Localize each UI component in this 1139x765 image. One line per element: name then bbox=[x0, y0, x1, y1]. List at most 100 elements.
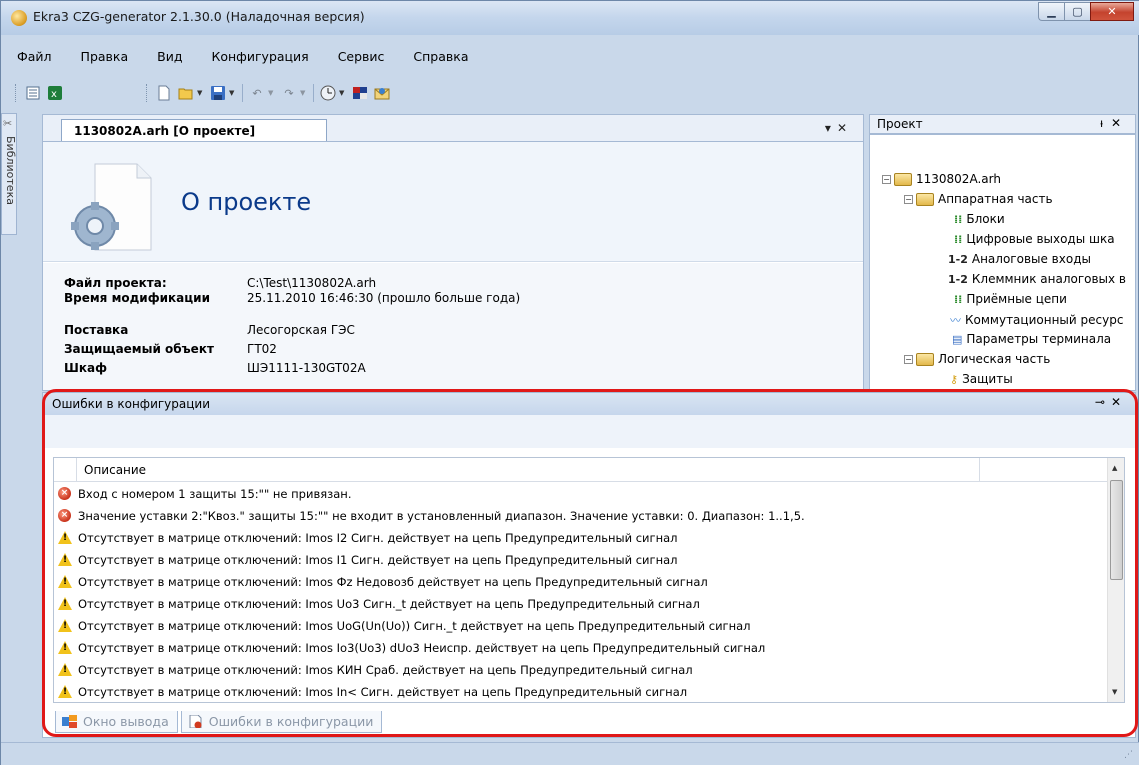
tree-node-protections[interactable]: ⚷ Защиты bbox=[950, 372, 1013, 386]
table-row[interactable]: ! Отсутствует в матрице отключений: Imos… bbox=[54, 616, 1112, 638]
project-panel-header: Проект ᵼ✕ bbox=[869, 114, 1136, 134]
tree-node-hardware[interactable]: − Аппаратная часть bbox=[904, 192, 1053, 206]
close-button[interactable]: ✕ bbox=[1090, 2, 1134, 21]
open-folder-icon[interactable] bbox=[177, 84, 195, 102]
undo-icon[interactable]: ↶ bbox=[248, 84, 266, 102]
main-window: Ekra3 CZG-generator 2.1.30.0 (Наладочная… bbox=[0, 0, 1139, 765]
property-key: Время модификации bbox=[64, 291, 210, 305]
tree-node-terminal-params[interactable]: ▤ Параметры терминала bbox=[952, 332, 1111, 346]
save-dropdown-icon[interactable]: ▼ bbox=[229, 89, 237, 97]
tab-config-errors[interactable]: Ошибки в конфигурации bbox=[180, 711, 383, 733]
excel-icon[interactable]: x bbox=[46, 84, 64, 102]
close-panel-icon[interactable]: ✕ bbox=[1111, 395, 1127, 409]
tab-list-dropdown-icon[interactable]: ▾ bbox=[825, 121, 837, 135]
tree-node-blocks[interactable]: ⁞⁞ Блоки bbox=[954, 212, 1005, 226]
save-icon[interactable] bbox=[209, 84, 227, 102]
numbered-icon: 1-2 bbox=[948, 252, 968, 266]
menu-file[interactable]: Файл bbox=[5, 47, 63, 67]
table-row[interactable]: ! Отсутствует в матрице отключений: Imos… bbox=[54, 572, 1112, 594]
redo-dropdown-icon[interactable]: ▼ bbox=[300, 89, 308, 97]
undo-dropdown-icon[interactable]: ▼ bbox=[268, 89, 276, 97]
pin-icon[interactable]: ᵼ bbox=[1100, 116, 1111, 130]
project-panel-controls: ᵼ✕ bbox=[1100, 116, 1129, 130]
collapse-icon[interactable]: − bbox=[904, 354, 913, 364]
blocks-icon: ⁞⁞ bbox=[954, 292, 963, 306]
minimize-button[interactable]: ▁ bbox=[1038, 2, 1064, 21]
document-area: О проекте Файл проекта: C:\Test\1130802A… bbox=[42, 141, 864, 391]
tree-label: Блоки bbox=[966, 212, 1005, 226]
tab-label: Ошибки в конфигурации bbox=[208, 714, 374, 729]
table-row[interactable]: ! Отсутствует в матрице отключений: Imos… bbox=[54, 594, 1112, 616]
vertical-scrollbar[interactable]: ▲ ▼ bbox=[1107, 458, 1124, 702]
property-key: Защищаемый объект bbox=[64, 342, 214, 356]
column-header-description[interactable]: Описание bbox=[84, 463, 146, 477]
config-errors-icon bbox=[189, 715, 202, 728]
library-strip[interactable]: ✂ Библиотека bbox=[1, 113, 17, 235]
warning-icon: ! bbox=[58, 619, 72, 632]
toolbar-grip[interactable] bbox=[15, 84, 18, 102]
scroll-down-icon[interactable]: ▼ bbox=[1112, 688, 1117, 696]
row-description: Значение уставки 2:"Квоз." защиты 15:"" … bbox=[78, 509, 805, 523]
clock-dropdown-icon[interactable]: ▼ bbox=[339, 89, 347, 97]
table-row[interactable]: ! Отсутствует в матрице отключений: Imos… bbox=[54, 550, 1112, 572]
errors-panel: Ошибки в конфигурации ⊸✕ Описание × Вход… bbox=[42, 392, 1136, 738]
tree-node-digital-outputs[interactable]: ⁞⁞ Цифровые выходы шка bbox=[954, 232, 1115, 246]
key-icon: ⚷ bbox=[950, 372, 959, 386]
menu-help[interactable]: Справка bbox=[395, 47, 479, 67]
scroll-up-icon[interactable]: ▲ bbox=[1112, 464, 1117, 472]
title-bar[interactable]: Ekra3 CZG-generator 2.1.30.0 (Наладочная… bbox=[1, 1, 1139, 35]
resize-grip-icon[interactable]: ⋰ bbox=[1124, 750, 1136, 762]
open-dropdown-icon[interactable]: ▼ bbox=[197, 89, 205, 97]
warning-icon: ! bbox=[58, 663, 72, 676]
toolbar-grip-2[interactable] bbox=[146, 84, 149, 102]
pin-icon[interactable]: ⊸ bbox=[1095, 395, 1111, 409]
menu-view[interactable]: Вид bbox=[139, 47, 193, 67]
numbered-icon: 1-2 bbox=[948, 272, 968, 286]
tree-label: Параметры терминала bbox=[966, 332, 1112, 346]
errors-toolbar bbox=[43, 415, 1135, 448]
scrollbar-thumb[interactable] bbox=[1110, 480, 1123, 580]
warning-icon: ! bbox=[58, 553, 72, 566]
mail-icon[interactable] bbox=[373, 84, 391, 102]
tree-node-receiving-circuits[interactable]: ⁞⁞ Приёмные цепи bbox=[954, 292, 1067, 306]
tree-label: Защиты bbox=[962, 372, 1013, 386]
menu-configuration[interactable]: Конфигурация bbox=[193, 47, 319, 67]
page-title: О проекте bbox=[181, 188, 312, 216]
collapse-icon[interactable]: − bbox=[904, 194, 913, 204]
property-value: ГТ02 bbox=[247, 342, 277, 356]
tree-node-analog-inputs[interactable]: 1-2 Аналоговые входы bbox=[948, 252, 1091, 266]
table-row[interactable]: × Значение уставки 2:"Квоз." защиты 15:"… bbox=[54, 506, 1112, 528]
clock-icon[interactable] bbox=[319, 84, 337, 102]
tab-about-project[interactable]: 1130802A.arh [О проекте] bbox=[61, 119, 327, 143]
property-key: Файл проекта: bbox=[64, 276, 167, 290]
errors-panel-controls: ⊸✕ bbox=[1095, 395, 1127, 409]
folder-icon bbox=[894, 172, 912, 186]
column-separator[interactable] bbox=[979, 458, 980, 482]
table-row[interactable]: × Вход с номером 1 защиты 15:"" не привя… bbox=[54, 484, 1112, 506]
tree-node-switching-resource[interactable]: 〰 Коммутационный ресурс bbox=[950, 312, 1123, 328]
close-tab-icon[interactable]: ✕ bbox=[837, 121, 853, 135]
table-row[interactable]: ! Отсутствует в матрице отключений: Imos… bbox=[54, 638, 1112, 660]
tree-node-logic[interactable]: − Логическая часть bbox=[904, 352, 1050, 366]
collapse-icon[interactable]: − bbox=[882, 174, 891, 184]
menu-edit[interactable]: Правка bbox=[63, 47, 140, 67]
tab-output[interactable]: Окно вывода bbox=[55, 711, 178, 733]
tree-label: Коммутационный ресурс bbox=[965, 313, 1124, 327]
table-row[interactable]: ! Отсутствует в матрице отключений: Imos… bbox=[54, 528, 1112, 550]
close-panel-icon[interactable]: ✕ bbox=[1111, 116, 1129, 130]
table-row[interactable]: ! Отсутствует в матрице отключений: Imos… bbox=[54, 660, 1112, 682]
row-description: Отсутствует в матрице отключений: Imos I… bbox=[78, 553, 678, 567]
row-description: Отсутствует в матрице отключений: Imos I… bbox=[78, 531, 678, 545]
tab-label: Окно вывода bbox=[83, 714, 169, 729]
column-separator bbox=[76, 458, 77, 482]
maximize-button[interactable]: ▢ bbox=[1064, 2, 1090, 21]
redo-icon[interactable]: ↷ bbox=[280, 84, 298, 102]
flag-icon[interactable] bbox=[351, 84, 369, 102]
tree-node-project[interactable]: − 1130802A.arh bbox=[882, 172, 1001, 186]
tree-node-analog-terminal[interactable]: 1-2 Клеммник аналоговых в bbox=[948, 272, 1126, 286]
list-icon[interactable] bbox=[24, 84, 42, 102]
menu-service[interactable]: Сервис bbox=[320, 47, 396, 67]
new-file-icon[interactable] bbox=[155, 84, 173, 102]
table-row[interactable]: ! Отсутствует в матрице отключений: Imos… bbox=[54, 682, 1112, 702]
warning-icon: ! bbox=[58, 685, 72, 698]
